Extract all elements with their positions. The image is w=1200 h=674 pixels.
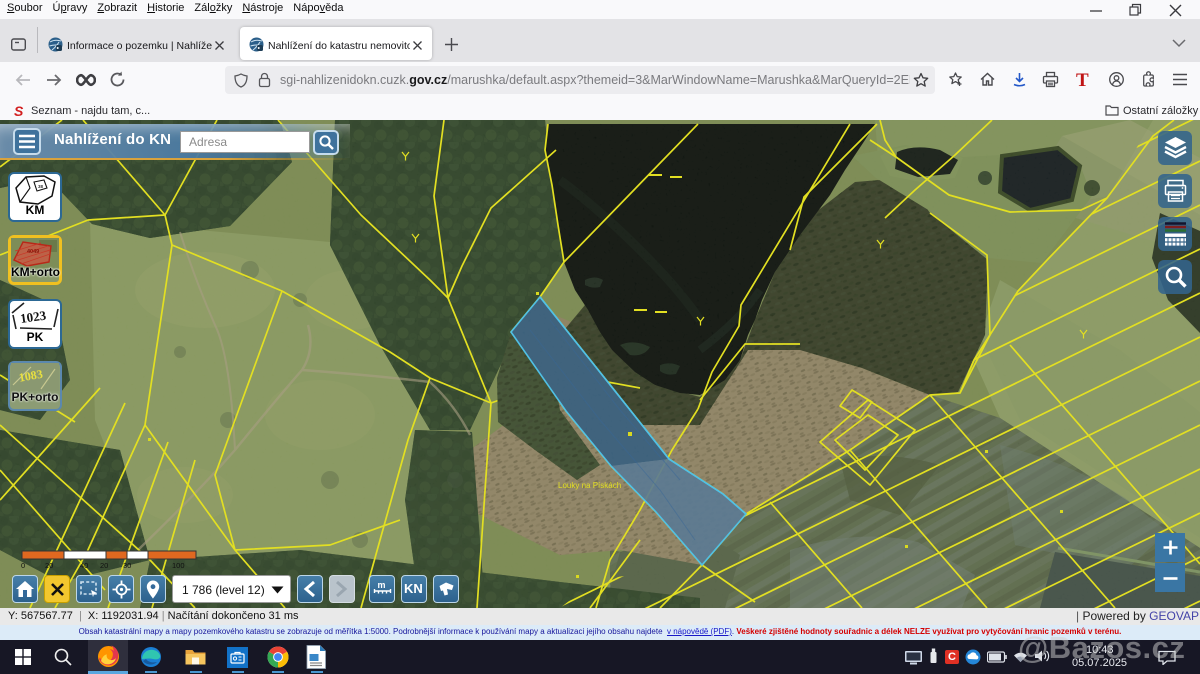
svg-text:20: 20 [45, 561, 53, 570]
svg-text:m: m [378, 580, 386, 590]
svg-text:38: 38 [38, 184, 44, 189]
svg-text:4049: 4049 [27, 249, 39, 255]
svg-text:20: 20 [100, 561, 108, 570]
svg-text:0: 0 [21, 561, 25, 570]
svg-text:1023: 1023 [19, 307, 47, 326]
svg-text:30: 30 [123, 561, 131, 570]
svg-text:100: 100 [172, 561, 185, 570]
svg-text:40: 40 [80, 561, 88, 570]
